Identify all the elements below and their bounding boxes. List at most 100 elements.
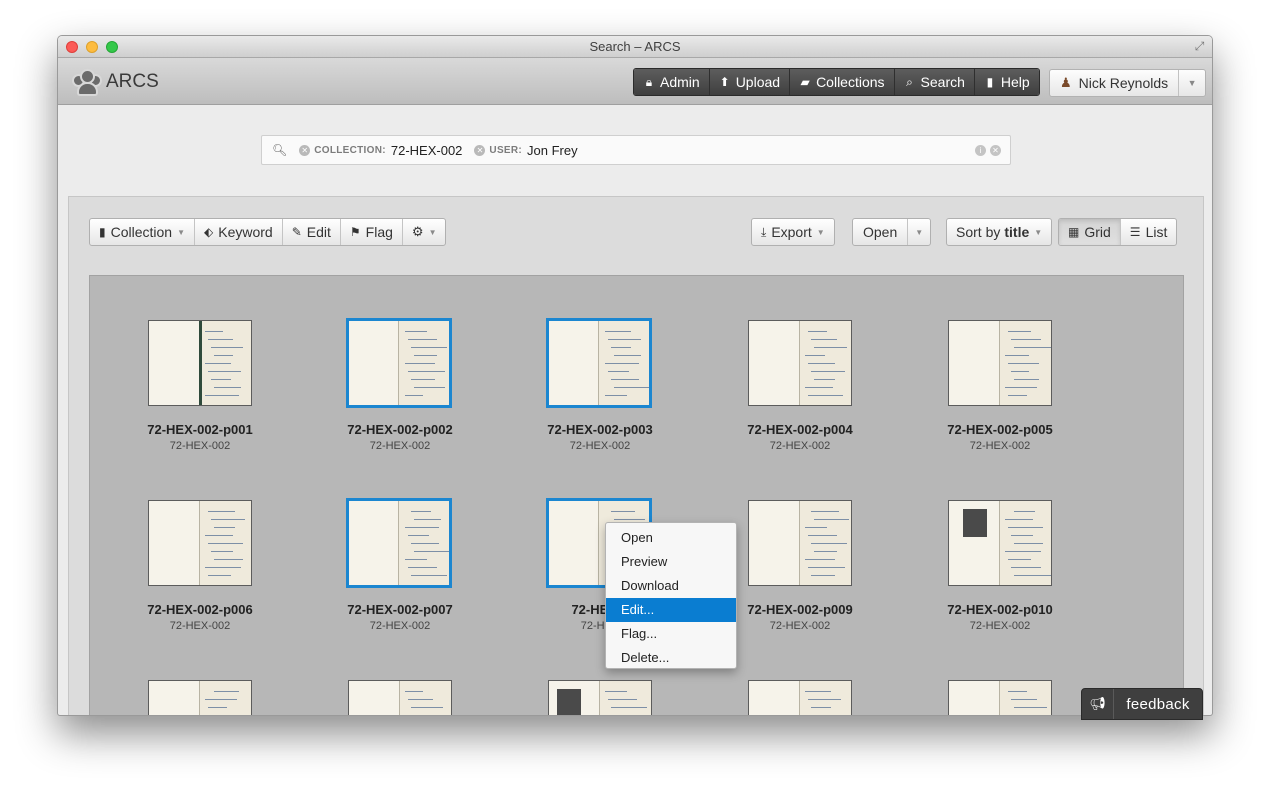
- sort-button[interactable]: Sort by title ▼: [947, 219, 1051, 245]
- result-collection: 72-HEX-002: [969, 440, 1031, 452]
- result-thumbnail[interactable]: [148, 500, 252, 586]
- user-menu-dropdown[interactable]: ▼: [1179, 70, 1205, 96]
- nav-search-label: Search: [920, 74, 965, 90]
- nav-admin-label: Admin: [660, 74, 700, 90]
- flag-button[interactable]: ⚑ Flag: [341, 219, 403, 245]
- filter-chip-user[interactable]: ✕ USER: Jon Frey: [474, 143, 578, 158]
- result-title[interactable]: 72-HEX-002-p005: [920, 422, 1080, 437]
- open-dropdown-button[interactable]: ▼: [908, 219, 930, 245]
- context-menu-delete[interactable]: Delete...: [606, 646, 736, 670]
- context-menu-download[interactable]: Download: [606, 574, 736, 598]
- result-title[interactable]: 72-HEX-002-p006: [120, 602, 280, 617]
- context-menu: Open Preview Download Edit... Flag... De…: [605, 522, 737, 669]
- nav-upload-label: Upload: [735, 74, 781, 90]
- title-bar[interactable]: Search – ARCS ⤢: [58, 36, 1212, 58]
- result-title[interactable]: 72-HEX-002-p010: [920, 602, 1080, 617]
- result-item[interactable]: [520, 680, 680, 715]
- app-header: ARCS 🔒︎ Admin ⬆︎ Upload ▰ Collections ⌕ …: [58, 58, 1212, 105]
- result-item[interactable]: 72-HEX-002-p009 72-HEX-002: [720, 500, 880, 640]
- result-title[interactable]: 72-HEX-002-p007: [320, 602, 480, 617]
- keyword-button[interactable]: ⬖ Keyword: [195, 219, 283, 245]
- results-toolbar-left: ▮ Collection ▼ ⬖ Keyword ✎ Edit ⚑ Flag ⚙…: [89, 218, 447, 246]
- minimize-window-button[interactable]: [86, 41, 98, 53]
- window-title: Search – ARCS: [589, 39, 681, 54]
- result-item[interactable]: 72-HEX-002-p003 72-HEX-002: [520, 318, 680, 460]
- nav-admin-button[interactable]: 🔒︎ Admin: [634, 69, 710, 95]
- filter-key: COLLECTION:: [314, 144, 386, 156]
- main-nav: 🔒︎ Admin ⬆︎ Upload ▰ Collections ⌕ Searc…: [633, 68, 1040, 96]
- result-thumbnail[interactable]: [748, 320, 852, 406]
- result-collection: 72-HEX-002: [169, 620, 231, 632]
- remove-filter-icon[interactable]: ✕: [474, 144, 486, 156]
- clear-search-icon[interactable]: ✕: [990, 144, 1001, 156]
- export-button[interactable]: ⤓ Export ▼: [752, 219, 834, 245]
- nav-help-button[interactable]: ▮ Help: [974, 69, 1039, 95]
- result-collection: 72-HEX-002: [169, 440, 231, 452]
- result-item[interactable]: 72-HEX-002-p006 72-HEX-002: [120, 500, 280, 640]
- nav-search-button[interactable]: ⌕ Search: [894, 69, 975, 95]
- result-item[interactable]: [920, 680, 1080, 715]
- collection-button[interactable]: ▮ Collection ▼: [90, 219, 196, 245]
- context-menu-open[interactable]: Open: [606, 526, 736, 550]
- search-input[interactable]: 🔍︎ ✕ COLLECTION: 72-HEX-002 ✕ USER: Jon …: [261, 135, 1011, 165]
- sort-field: title: [1004, 224, 1030, 240]
- settings-button[interactable]: ⚙ ▼: [403, 219, 446, 245]
- search-actions: i ✕: [975, 144, 1001, 156]
- result-thumbnail[interactable]: [548, 680, 652, 715]
- info-icon[interactable]: i: [975, 144, 986, 156]
- search-area: 🔍︎ ✕ COLLECTION: 72-HEX-002 ✕ USER: Jon …: [58, 106, 1212, 196]
- result-item[interactable]: 72-HEX-002-p002 72-HEX-002: [320, 318, 480, 460]
- lock-icon: 🔒︎: [645, 74, 653, 89]
- result-thumbnail[interactable]: [148, 320, 252, 406]
- open-button[interactable]: Open: [853, 219, 909, 245]
- nav-collections-button[interactable]: ▰ Collections: [790, 69, 895, 95]
- result-item[interactable]: [320, 680, 480, 715]
- feedback-button[interactable]: 📢︎ feedback: [1081, 688, 1203, 720]
- context-menu-preview[interactable]: Preview: [606, 550, 736, 574]
- sort-prefix: Sort by: [956, 224, 1001, 240]
- user-menu-button[interactable]: ♟ Nick Reynolds: [1050, 70, 1180, 96]
- fullscreen-icon[interactable]: ⤢: [1193, 40, 1206, 53]
- result-thumbnail[interactable]: [748, 680, 852, 715]
- zoom-window-button[interactable]: [106, 41, 118, 53]
- result-title[interactable]: 72-HEX-002-p004: [720, 422, 880, 437]
- search-icon: 🔍︎: [272, 143, 288, 157]
- list-view-label: List: [1145, 224, 1168, 240]
- result-thumbnail[interactable]: [346, 498, 452, 588]
- feedback-label: feedback: [1126, 695, 1190, 713]
- upload-icon: ⬆︎: [719, 75, 730, 89]
- result-thumbnail[interactable]: [546, 318, 652, 408]
- nav-upload-button[interactable]: ⬆︎ Upload: [709, 69, 791, 95]
- result-item[interactable]: [120, 680, 280, 715]
- result-title[interactable]: 72-HEX-002-p009: [720, 602, 880, 617]
- grid-view-button[interactable]: ▦ Grid: [1059, 219, 1121, 245]
- remove-filter-icon[interactable]: ✕: [299, 144, 311, 156]
- list-view-button[interactable]: ☰ List: [1121, 219, 1177, 245]
- context-menu-flag[interactable]: Flag...: [606, 622, 736, 646]
- filter-chip-collection[interactable]: ✕ COLLECTION: 72-HEX-002: [299, 143, 462, 158]
- edit-button[interactable]: ✎ Edit: [283, 219, 341, 245]
- result-thumbnail[interactable]: [148, 680, 252, 715]
- result-title[interactable]: 72-HEX-002-p002: [320, 422, 480, 437]
- context-menu-edit[interactable]: Edit...: [606, 598, 736, 622]
- result-item[interactable]: 72-HEX-002-p007 72-HEX-002: [320, 498, 480, 640]
- grid-icon: ▦: [1068, 225, 1080, 239]
- close-window-button[interactable]: [66, 41, 78, 53]
- result-thumbnail[interactable]: [748, 500, 852, 586]
- result-thumbnail[interactable]: [948, 500, 1052, 586]
- result-thumbnail[interactable]: [948, 320, 1052, 406]
- result-title[interactable]: 72-HEX-002-p003: [520, 422, 680, 437]
- result-title[interactable]: 72-HEX-002-p001: [120, 422, 280, 437]
- app-logo[interactable]: ARCS: [72, 67, 159, 97]
- result-item[interactable]: 72-HEX-002-p004 72-HEX-002: [720, 320, 880, 460]
- result-item[interactable]: 72-HEX-002-p001 72-HEX-002: [120, 320, 280, 460]
- result-thumbnail[interactable]: [948, 680, 1052, 715]
- nav-collections-label: Collections: [816, 74, 885, 90]
- result-item[interactable]: [720, 680, 880, 715]
- export-button-label: Export: [771, 224, 812, 240]
- result-item[interactable]: 72-HEX-002-p005 72-HEX-002: [920, 320, 1080, 460]
- view-toggle-group: ▦ Grid ☰ List: [1058, 218, 1178, 246]
- result-item[interactable]: 72-HEX-002-p010 72-HEX-002: [920, 500, 1080, 640]
- result-thumbnail[interactable]: [348, 680, 452, 715]
- result-thumbnail[interactable]: [346, 318, 452, 408]
